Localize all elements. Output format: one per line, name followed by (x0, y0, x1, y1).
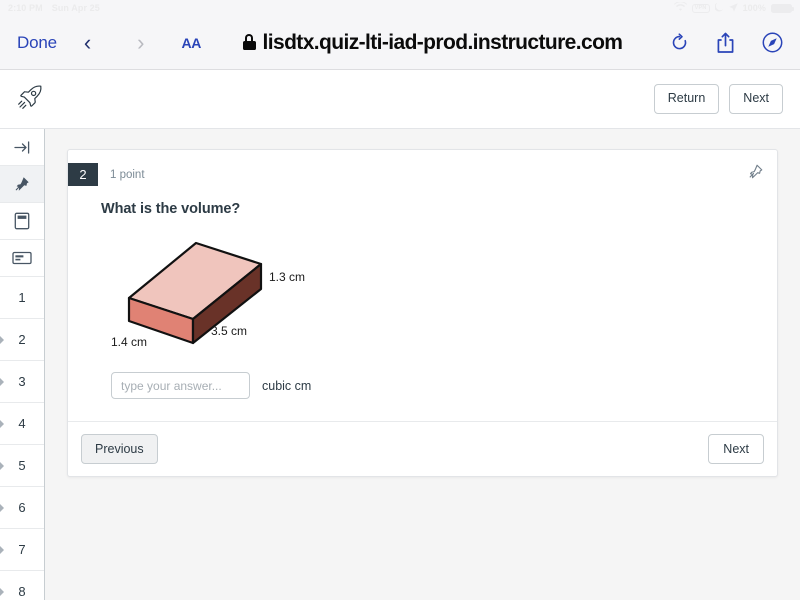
question-number: 5 (18, 458, 26, 473)
question-number: 4 (18, 416, 26, 431)
rectangular-prism-figure: 1.3 cm 3.5 cm 1.4 cm (68, 217, 777, 356)
toolbar-next-button[interactable]: Next (729, 84, 783, 114)
question-number: 1 (18, 290, 26, 305)
location-arrow-icon (728, 2, 738, 14)
sidebar-question-3[interactable]: 3 (0, 361, 44, 403)
previous-button[interactable]: Previous (81, 434, 158, 464)
sidebar-question-6[interactable]: 6 (0, 487, 44, 529)
ios-status-bar: 2:10 PM Sun Apr 25 VPN 100% (0, 0, 800, 16)
pin-question-icon[interactable] (748, 164, 763, 184)
flag-marker (0, 335, 4, 344)
flag-marker (0, 377, 4, 386)
forward-button[interactable]: › (124, 31, 157, 54)
answer-units-label: cubic cm (262, 378, 312, 393)
main-region: 1 2 3 4 5 6 7 8 2 1 point What is the vo… (0, 129, 800, 600)
address-field[interactable]: lisdtx.quiz-lti-iad-prod.instructure.com (209, 31, 656, 55)
url-text: lisdtx.quiz-lti-iad-prod.instructure.com (262, 30, 623, 54)
reload-icon[interactable] (670, 33, 689, 52)
next-question-button[interactable]: Next (708, 434, 764, 464)
text-size-button[interactable]: AA (182, 35, 202, 51)
question-points: 1 point (110, 168, 145, 181)
compass-icon[interactable] (762, 32, 783, 53)
calculator-icon[interactable] (0, 203, 44, 240)
sidebar-question-7[interactable]: 7 (0, 529, 44, 571)
question-prompt: What is the volume? (101, 201, 241, 217)
question-number: 8 (18, 584, 26, 599)
status-time: 2:10 PM (8, 3, 43, 13)
question-number: 7 (18, 542, 26, 557)
prism-svg: 1.3 cm 3.5 cm 1.4 cm (111, 241, 305, 349)
prism-height-label: 1.3 cm (269, 270, 305, 284)
sidebar-question-4[interactable]: 4 (0, 403, 44, 445)
battery-icon (771, 3, 794, 13)
rocket-icon[interactable] (17, 84, 43, 115)
lock-icon (242, 34, 256, 51)
browser-url-bar: Done ‹ › AA lisdtx.quiz-lti-iad-prod.ins… (0, 16, 800, 70)
status-date: Sun Apr 25 (51, 3, 100, 13)
question-navigator-sidebar: 1 2 3 4 5 6 7 8 (0, 129, 45, 600)
flag-marker (0, 461, 4, 470)
sidebar-question-8[interactable]: 8 (0, 571, 44, 600)
flag-marker (0, 503, 4, 512)
quiz-content-area: 2 1 point What is the volume? 1.3 cm 3.5… (45, 129, 800, 600)
return-button[interactable]: Return (653, 84, 720, 114)
app-toolbar: Return Next (0, 70, 800, 129)
pin-icon[interactable] (0, 166, 44, 203)
sidebar-question-2[interactable]: 2 (0, 319, 44, 361)
share-icon[interactable] (716, 32, 735, 54)
do-not-disturb-icon (713, 2, 724, 14)
done-button[interactable]: Done (17, 33, 57, 53)
flag-marker (0, 587, 4, 596)
vpn-badge: VPN (691, 3, 710, 13)
answer-input[interactable] (111, 372, 250, 399)
prism-width-label: 1.4 cm (111, 335, 147, 349)
back-button[interactable]: ‹ (71, 31, 104, 54)
sidebar-question-1[interactable]: 1 (0, 277, 44, 319)
battery-percent: 100% (742, 3, 766, 13)
question-number: 3 (18, 374, 26, 389)
sidebar-question-5[interactable]: 5 (0, 445, 44, 487)
collapse-panel-icon[interactable] (0, 129, 44, 166)
prism-length-label: 3.5 cm (211, 324, 247, 338)
flag-marker (0, 419, 4, 428)
question-card: 2 1 point What is the volume? 1.3 cm 3.5… (67, 149, 778, 477)
question-number: 6 (18, 500, 26, 515)
question-number: 2 (18, 332, 26, 347)
wifi-icon (673, 1, 687, 14)
flashcard-icon[interactable] (0, 240, 44, 277)
question-number-badge: 2 (68, 163, 98, 186)
flag-marker (0, 545, 4, 554)
